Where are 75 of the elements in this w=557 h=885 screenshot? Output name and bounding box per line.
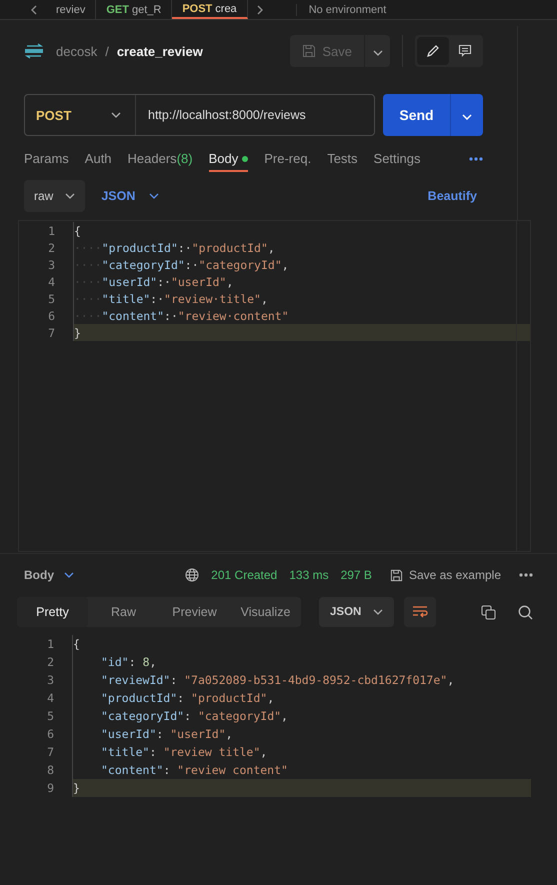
request-section-tab[interactable]: Body xyxy=(208,146,248,172)
request-tab[interactable]: POST crea xyxy=(172,0,248,19)
caret-icon xyxy=(64,572,74,578)
request-section-tab[interactable]: Pre-req. xyxy=(264,146,312,172)
line-number: 7 xyxy=(47,326,56,340)
response-time[interactable]: 133 ms xyxy=(289,568,329,582)
environment-selector[interactable]: No environment xyxy=(296,4,386,16)
code-line: "reviewId": "7a052089-b531-4bd9-8952-cbd1627f017e", xyxy=(72,671,531,689)
caret-icon xyxy=(373,609,384,615)
view-tab[interactable]: Pretty xyxy=(17,597,88,627)
line-number: 1 xyxy=(46,637,55,651)
code-line: { xyxy=(73,222,530,239)
line-number: 2 xyxy=(47,240,56,254)
body-mode-dropdown[interactable]: raw xyxy=(24,180,86,212)
code-line: { xyxy=(72,635,531,653)
request-name[interactable]: create_review xyxy=(116,44,203,58)
request-section-tab[interactable]: Auth xyxy=(84,146,112,172)
line-number: 4 xyxy=(47,274,56,288)
comment-icon xyxy=(458,44,472,58)
copy-icon[interactable] xyxy=(481,604,496,620)
request-section-tab[interactable]: Headers(8) xyxy=(128,146,193,172)
line-number: 1 xyxy=(47,224,56,238)
request-section-tab[interactable]: Settings xyxy=(374,146,421,172)
more-icon[interactable] xyxy=(519,573,533,577)
line-number: 9 xyxy=(46,781,55,795)
code-line: "id": 8, xyxy=(72,653,531,671)
wrap-icon xyxy=(412,605,428,619)
caret-icon xyxy=(111,112,121,118)
line-number: 8 xyxy=(46,763,55,777)
wrap-lines-button[interactable] xyxy=(404,597,436,627)
caret-icon xyxy=(372,50,382,56)
caret-icon xyxy=(65,193,76,199)
language-dropdown[interactable]: JSON xyxy=(95,188,166,204)
globe-icon[interactable] xyxy=(185,568,200,582)
http-icon xyxy=(24,43,44,59)
breadcrumb-separator: / xyxy=(105,44,109,58)
line-number: 2 xyxy=(46,655,55,669)
code-line: "title": "review title", xyxy=(72,743,531,761)
line-number: 4 xyxy=(46,691,55,705)
code-line: ····"categoryId":·"categoryId", xyxy=(73,256,530,273)
line-number: 6 xyxy=(46,727,55,741)
code-line: ····"productId":·"productId", xyxy=(73,239,530,256)
request-section-tab[interactable]: Params xyxy=(24,146,69,172)
caret-icon xyxy=(149,193,160,199)
line-number: 6 xyxy=(47,308,56,322)
request-section-tab[interactable]: Tests xyxy=(327,146,358,172)
request-tab[interactable]: GET get_R xyxy=(96,0,172,19)
response-body-dropdown[interactable]: Body xyxy=(18,567,80,583)
code-line: ····"userId":·"userId", xyxy=(73,273,530,290)
caret-icon xyxy=(462,114,472,120)
method-dropdown[interactable]: POST xyxy=(25,95,136,135)
request-tab[interactable]: reviev xyxy=(46,0,96,19)
view-tab[interactable]: Preview xyxy=(159,597,230,627)
pencil-icon xyxy=(426,44,440,58)
code-line: "userId": "userId", xyxy=(72,725,531,743)
line-number: 3 xyxy=(46,673,55,687)
view-tab[interactable]: Visualize xyxy=(230,597,301,627)
save-as-example-button[interactable]: Save as example xyxy=(384,567,507,583)
view-tab[interactable]: Raw xyxy=(88,597,159,627)
line-number: 3 xyxy=(47,258,56,272)
beautify-button[interactable]: Beautify xyxy=(422,188,483,204)
edit-button[interactable] xyxy=(417,37,449,65)
code-line: ····"title":·"review·title", xyxy=(73,290,530,307)
line-number: 5 xyxy=(47,292,56,306)
search-icon[interactable] xyxy=(518,604,533,620)
status-code[interactable]: 201 Created xyxy=(211,568,278,582)
format-dropdown[interactable]: JSON xyxy=(319,597,394,627)
response-size[interactable]: 297 B xyxy=(340,568,372,582)
line-number: 5 xyxy=(46,709,55,723)
collection-name[interactable]: decosk xyxy=(56,44,98,58)
line-number: 7 xyxy=(46,745,55,759)
code-line: "categoryId": "categoryId", xyxy=(72,707,531,725)
url-field[interactable]: http://localhost:8000/reviews xyxy=(136,108,374,122)
code-line: "productId": "productId", xyxy=(72,689,531,707)
more-icon[interactable] xyxy=(469,157,483,161)
